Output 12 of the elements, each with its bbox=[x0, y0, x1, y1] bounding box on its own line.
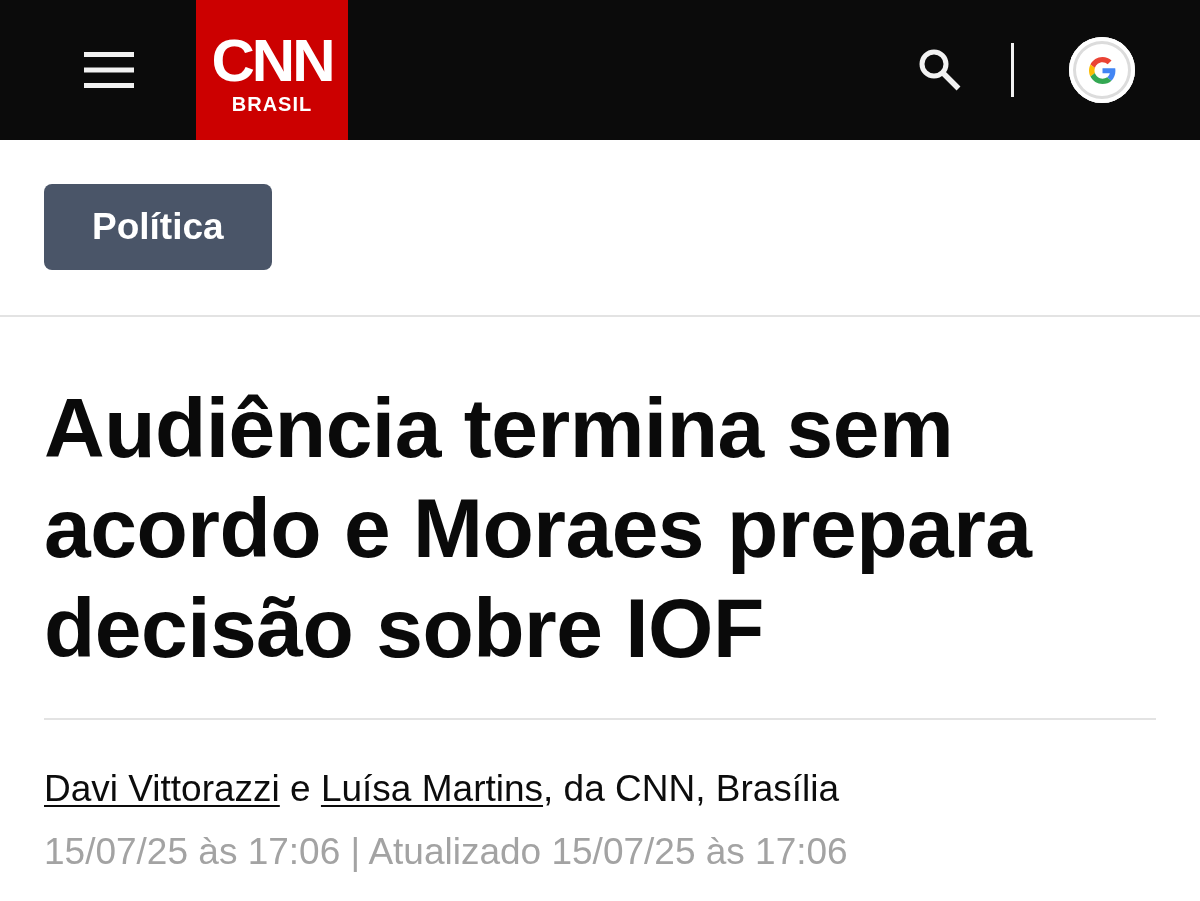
search-icon[interactable] bbox=[919, 49, 961, 91]
headline: Audiência termina sem acordo e Moraes prepara decisão sobre IOF bbox=[44, 380, 1034, 677]
logo-wordmark: CNN bbox=[211, 31, 333, 91]
logo-tile[interactable]: CNN BRASIL bbox=[196, 0, 348, 140]
g-logo-icon bbox=[1088, 56, 1116, 84]
logo-subtitle: BRASIL bbox=[231, 93, 313, 115]
byline: Davi Vittorazzi e Luísa Martins, da CNN, Brasília bbox=[44, 767, 841, 811]
author-link[interactable]: Davi Vittorazzi bbox=[44, 768, 280, 809]
menu-icon[interactable] bbox=[84, 52, 134, 88]
timestamp: 15/07/25 às 17:06 | Atualizado 15/07/25 às 17:06 bbox=[44, 830, 849, 874]
category-tag[interactable]: Política bbox=[44, 184, 272, 270]
author-link[interactable]: Luísa Martins bbox=[320, 768, 544, 809]
